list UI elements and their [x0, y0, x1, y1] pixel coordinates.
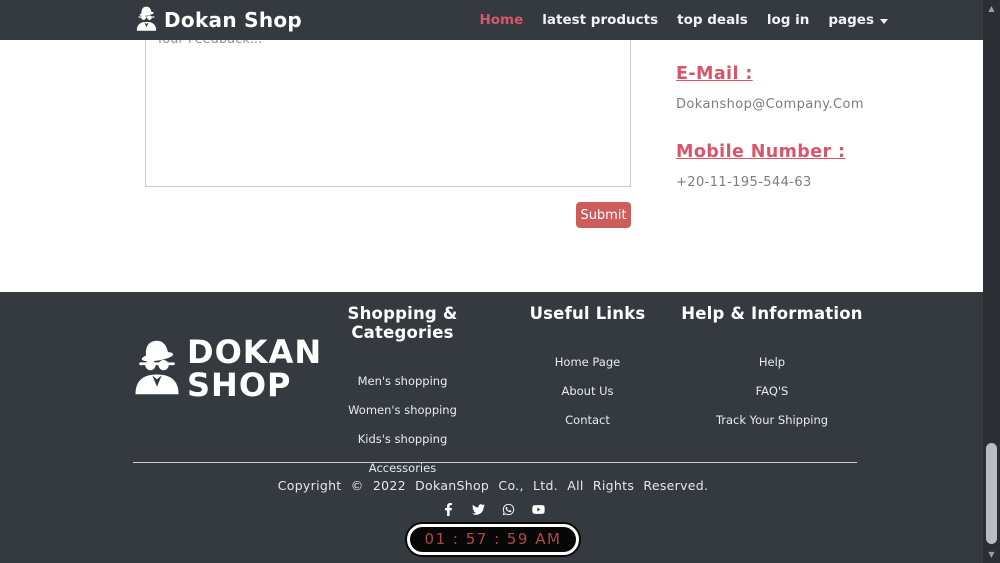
footer-heading-shopping: Shopping & Categories: [347, 304, 458, 342]
scrollbar-thumb[interactable]: [986, 443, 997, 544]
clock-container: 01 : 57 : 59 AM: [0, 524, 986, 555]
mobile-heading[interactable]: Mobile Number :: [676, 142, 845, 162]
nav-item-log-in[interactable]: log in: [767, 12, 810, 28]
footer-heading-help: Help & Information: [681, 304, 863, 323]
scrollbar[interactable]: ▲ ▼: [983, 0, 1000, 563]
brand[interactable]: Dokan Shop: [133, 5, 302, 36]
footer-column-help: Help & Information Help FAQ'S Track Your…: [672, 304, 872, 435]
footer-link-about-us[interactable]: About Us: [505, 377, 670, 406]
scroll-up-icon[interactable]: ▲: [983, 0, 1000, 17]
footer-column-useful-links: Useful Links Home Page About Us Contact: [505, 304, 670, 435]
digital-clock: 01 : 57 : 59 AM: [406, 524, 580, 555]
footer-link-kids-shopping[interactable]: Kids's shopping: [295, 425, 510, 454]
submit-button[interactable]: Submit: [576, 202, 631, 228]
footer-link-home-page[interactable]: Home Page: [505, 348, 670, 377]
footer-link-mens-shopping[interactable]: Men's shopping: [295, 367, 510, 396]
mobile-value: +20-11-195-544-63: [676, 175, 812, 190]
footer-link-faqs[interactable]: FAQ'S: [672, 377, 872, 406]
footer-link-contact[interactable]: Contact: [505, 406, 670, 435]
nav-menu: Home latest products top deals log in pa…: [479, 12, 888, 28]
feedback-textarea[interactable]: [145, 22, 631, 187]
whatsapp-icon[interactable]: [502, 503, 515, 516]
nav-item-pages-label: pages: [828, 12, 874, 28]
spy-logo-icon-large: [127, 337, 187, 401]
footer-heading-useful-links: Useful Links: [529, 304, 646, 323]
youtube-icon[interactable]: [531, 503, 545, 516]
contact-info: E-Mail : Dokanshop@Company.Com Mobile Nu…: [676, 64, 976, 190]
email-heading[interactable]: E-Mail :: [676, 64, 976, 84]
nav-item-pages[interactable]: pages: [828, 12, 888, 28]
nav-item-latest-products[interactable]: latest products: [542, 12, 658, 28]
nav-item-home[interactable]: Home: [479, 12, 523, 28]
social-links: [0, 503, 986, 516]
email-value: Dokanshop@Company.Com: [676, 97, 864, 112]
footer-logo[interactable]: DOKAN SHOP: [127, 336, 322, 402]
scroll-down-icon[interactable]: ▼: [983, 546, 1000, 563]
navbar: Dokan Shop Home latest products top deal…: [0, 0, 1000, 40]
spy-logo-icon: [133, 5, 160, 36]
footer-divider: [133, 462, 857, 463]
copyright-text: Copyright © 2022 DokanShop Co., Ltd. All…: [277, 478, 709, 493]
brand-title: Dokan Shop: [164, 8, 303, 32]
footer-column-shopping: Shopping & Categories Men's shopping Wom…: [295, 304, 510, 483]
facebook-icon[interactable]: [442, 503, 455, 516]
footer-link-womens-shopping[interactable]: Women's shopping: [295, 396, 510, 425]
nav-item-top-deals[interactable]: top deals: [677, 12, 748, 28]
footer: DOKAN SHOP Shopping & Categories Men's s…: [0, 292, 1000, 563]
footer-link-help[interactable]: Help: [672, 348, 872, 377]
chevron-down-icon: [880, 18, 888, 24]
footer-link-track-shipping[interactable]: Track Your Shipping: [672, 406, 872, 435]
twitter-icon[interactable]: [471, 503, 485, 516]
main-content: Submit E-Mail : Dokanshop@Company.Com Mo…: [0, 0, 983, 292]
page: Submit E-Mail : Dokanshop@Company.Com Mo…: [0, 0, 1000, 563]
